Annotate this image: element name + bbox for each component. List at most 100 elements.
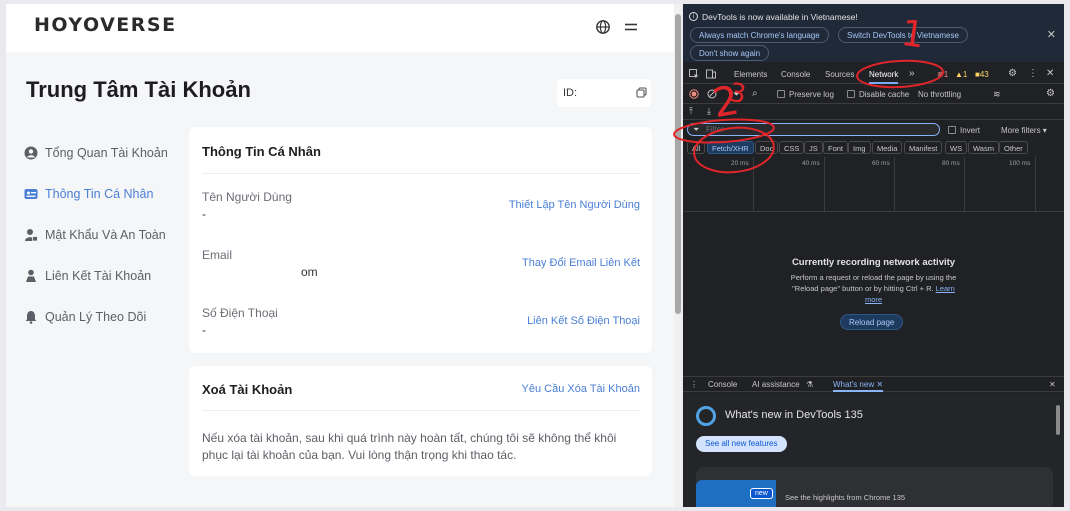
personal-info-title: Thông Tin Cá Nhân [202,144,321,159]
language-infobar: i DevTools is now available in Vietnames… [683,4,1064,62]
user-circle-icon [24,146,38,159]
type-manifest[interactable]: Manifest [904,141,943,154]
preserve-log-checkbox[interactable] [777,90,785,98]
network-toolbar: ⏷ ⌕ Preserve log Disable cache No thrott… [683,84,1064,104]
wifi-icon[interactable]: ≋ [993,89,1001,100]
close-devtools-icon[interactable]: ✕ [1046,68,1054,79]
tab-network[interactable]: Network [869,70,899,84]
inspect-icon[interactable] [689,69,699,79]
sidebar-item-overview[interactable]: Tổng Quan Tài Khoản [24,132,168,173]
more-filters-dropdown[interactable]: More filters ▾ [1001,126,1047,135]
timeline-tick: 80 ms [942,160,960,167]
disable-cache-checkbox[interactable] [847,90,855,98]
sidebar-item-security[interactable]: Mật Khẩu Và An Toàn [24,214,168,255]
search-icon[interactable]: ⌕ [752,88,758,99]
type-js[interactable]: JS [804,141,823,154]
device-toolbar-icon[interactable] [706,69,716,79]
sidebar-item-linked-accounts[interactable]: Liên Kết Tài Khoản [24,255,168,296]
drawer-scrollbar-thumb[interactable] [1056,405,1060,435]
phone-value: - [202,323,206,337]
type-css[interactable]: CSS [779,141,805,154]
drawer-tab-console[interactable]: Console [708,380,737,389]
new-badge: new [750,488,773,499]
close-drawer-icon[interactable]: ✕ [1049,380,1056,389]
email-label: Email [202,248,233,262]
resource-type-filters: All Fetch/XHR Doc CSS JS Font Img Media … [683,139,1064,157]
highlights-card[interactable]: new See the highlights from Chrome 135 [696,467,1053,507]
timeline-gridline [753,157,754,212]
globe-icon[interactable] [595,19,611,35]
sidebar-item-follow-management[interactable]: Quản Lý Theo Dõi [24,296,168,337]
filter-row: Filter ⏷ Invert More filters ▾ [683,121,1064,139]
timeline-gridline [824,157,825,212]
type-font[interactable]: Font [823,141,849,154]
tab-sources[interactable]: Sources [825,70,854,79]
drawer-tab-whats-new-label: What's new [833,380,875,389]
drawer-scrollbar[interactable] [1054,393,1062,507]
invert-label: Invert [960,126,981,135]
match-language-button[interactable]: Always match Chrome's language [690,27,829,43]
change-email-link[interactable]: Thay Đổi Email Liên Kết [522,257,640,269]
hoyoverse-logo[interactable]: HOYOVERSE [34,14,177,36]
clear-icon[interactable] [707,89,717,99]
menu-icon[interactable] [623,19,639,35]
bell-icon [25,310,37,324]
type-media[interactable]: Media [872,141,903,154]
error-badge[interactable]: ⊗1 [937,70,948,79]
link-phone-link[interactable]: Liên Kết Số Điện Thoại [527,315,640,327]
see-all-features-button[interactable]: See all new features [696,436,787,452]
request-delete-link[interactable]: Yêu Cầu Xóa Tài Khoản [522,383,640,395]
throttling-select[interactable]: No throttling [918,90,961,99]
more-tabs-icon[interactable]: » [909,68,915,79]
flask-icon: ⚗ [806,380,814,389]
network-settings-icon[interactable]: ⚙ [1046,88,1055,99]
settings-gear-icon[interactable]: ⚙ [1008,68,1017,79]
dont-show-again-button[interactable]: Don't show again [690,45,770,61]
page-scrollbar[interactable] [674,4,682,507]
delete-account-title: Xoá Tài Khoản [202,382,293,397]
app-header: HOYOVERSE [6,4,674,52]
devtools-tab-bar: Elements Console Sources Network » ⊗1 ▲1… [683,64,1064,84]
issues-badge[interactable]: ■43 [975,70,989,79]
timeline-gridline [964,157,965,212]
kebab-menu-icon[interactable]: ⋮ [1028,68,1038,79]
network-toolbar-secondary: ⤒ ⤓ [683,104,1064,120]
filter-input[interactable]: Filter [687,123,940,136]
copy-icon[interactable] [636,87,647,98]
preserve-log-label: Preserve log [789,90,834,99]
record-icon[interactable] [689,89,699,99]
drawer-menu-icon[interactable]: ⋮ [690,380,698,389]
empty-state-title: Currently recording network activity [791,257,956,268]
page-scrollbar-thumb[interactable] [675,14,681,314]
type-ws[interactable]: WS [945,141,968,154]
sidebar-item-personal-info[interactable]: Thông Tin Cá Nhân [24,173,168,214]
type-all[interactable]: All [687,141,706,154]
timeline-gridline [1035,157,1036,212]
type-fetch-xhr[interactable]: Fetch/XHR [707,141,754,154]
type-other[interactable]: Other [999,141,1028,154]
invert-checkbox[interactable] [948,126,956,134]
set-username-link[interactable]: Thiết Lập Tên Người Dùng [509,199,640,211]
tab-elements[interactable]: Elements [734,70,767,79]
type-img[interactable]: Img [848,141,871,154]
delete-account-description: Nếu xóa tài khoản, sau khi quá trình này… [202,431,617,462]
username-value: - [202,207,206,221]
type-doc[interactable]: Doc [755,141,779,154]
phone-label: Số Điện Thoại [202,306,278,320]
link-user-icon [26,269,36,282]
drawer-tab-ai-assistance[interactable]: AI assistance [752,380,800,389]
close-icon[interactable]: ✕ [1047,28,1056,41]
switch-vietnamese-button[interactable]: Switch DevTools to Vietnamese [838,27,968,43]
divider [202,410,639,411]
whats-new-title: What's new in DevTools 135 [725,409,863,421]
type-wasm[interactable]: Wasm [968,141,999,154]
import-har-icon[interactable]: ⤒ [689,106,693,117]
reload-page-button[interactable]: Reload page [840,314,904,330]
drawer-tab-whats-new[interactable]: What's new ✕ [833,380,884,392]
network-overview-timeline[interactable]: 20 ms 40 ms 60 ms 80 ms 100 ms [683,157,1064,212]
chrome-devtools-logo-icon [696,406,716,426]
filter-funnel-icon[interactable]: ⏷ [733,89,740,100]
export-har-icon[interactable]: ⤓ [707,106,711,117]
tab-console[interactable]: Console [781,70,810,79]
warning-badge[interactable]: ▲1 [955,70,967,79]
